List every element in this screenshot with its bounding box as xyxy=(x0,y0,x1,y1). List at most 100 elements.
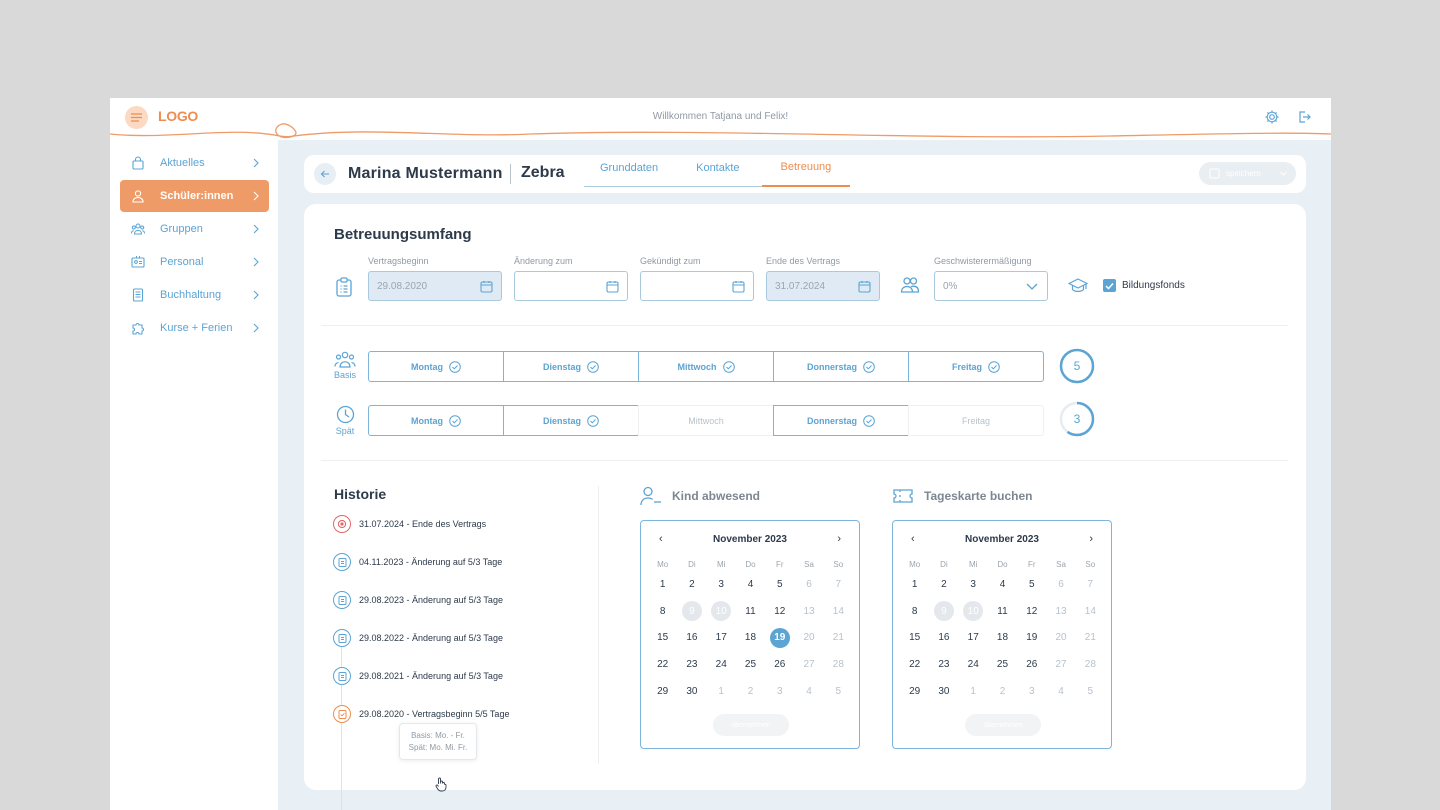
spaet-day-dienstag[interactable]: Dienstag xyxy=(503,405,639,436)
calendar-day[interactable]: 23 xyxy=(929,655,958,675)
calendar-day[interactable]: 4 xyxy=(736,574,765,594)
history-item[interactable]: 29.08.2023 - Änderung auf 5/3 Tage xyxy=(333,591,503,609)
apply-button[interactable]: übernehmen xyxy=(713,714,789,736)
calendar-day[interactable]: 17 xyxy=(959,628,988,648)
sidebar-item-buchhaltung[interactable]: Buchhaltung xyxy=(120,279,269,311)
calendar-day[interactable]: 28 xyxy=(824,655,853,675)
calendar-day[interactable]: 3 xyxy=(765,682,794,702)
calendar-day[interactable]: 8 xyxy=(648,601,677,621)
calendar-day[interactable]: 22 xyxy=(648,655,677,675)
calendar-day[interactable]: 1 xyxy=(900,574,929,594)
ende-field[interactable]: 31.07.2024 xyxy=(766,271,880,301)
calendar-day[interactable]: 12 xyxy=(1017,601,1046,621)
calendar-day[interactable]: 13 xyxy=(1046,601,1075,621)
calendar-icon[interactable] xyxy=(480,280,493,293)
calendar-day[interactable]: 5 xyxy=(1017,574,1046,594)
sidebar-item-kurse-ferien[interactable]: Kurse + Ferien xyxy=(120,312,269,344)
calendar-day[interactable]: 3 xyxy=(959,574,988,594)
save-button[interactable]: speichern xyxy=(1199,162,1296,185)
calendar-day[interactable]: 4 xyxy=(794,682,823,702)
calendar-day[interactable]: 18 xyxy=(736,628,765,648)
bildungsfonds-checkbox[interactable] xyxy=(1103,279,1116,292)
calendar-icon[interactable] xyxy=(606,280,619,293)
calendar-day[interactable]: 9 xyxy=(929,601,958,622)
calendar-day[interactable]: 26 xyxy=(1017,655,1046,675)
sidebar-item-personal[interactable]: Personal xyxy=(120,246,269,278)
chevron-right-icon[interactable]: › xyxy=(837,533,841,545)
calendar-day[interactable]: 1 xyxy=(959,682,988,702)
calendar-day[interactable]: 23 xyxy=(677,655,706,675)
gear-icon[interactable] xyxy=(1264,109,1280,125)
calendar-day[interactable]: 15 xyxy=(900,628,929,648)
sidebar-item-gruppen[interactable]: Gruppen xyxy=(120,213,269,245)
calendar-day[interactable]: 10 xyxy=(707,601,736,622)
history-item[interactable]: 04.11.2023 - Änderung auf 5/3 Tage xyxy=(333,553,502,571)
spaet-day-montag[interactable]: Montag xyxy=(368,405,504,436)
logout-icon[interactable] xyxy=(1296,109,1312,125)
calendar-day[interactable]: 10 xyxy=(959,601,988,622)
calendar-day[interactable]: 2 xyxy=(929,574,958,594)
history-item[interactable]: 29.08.2021 - Änderung auf 5/3 Tage xyxy=(333,667,503,685)
basis-day-mittwoch[interactable]: Mittwoch xyxy=(638,351,774,382)
apply-button[interactable]: übernehmen xyxy=(965,714,1041,736)
calendar-day[interactable]: 7 xyxy=(1076,574,1105,594)
tab-kontakte[interactable]: Kontakte xyxy=(674,149,761,187)
calendar-day[interactable]: 6 xyxy=(794,574,823,594)
calendar-day[interactable]: 27 xyxy=(1046,655,1075,675)
calendar-icon[interactable] xyxy=(732,280,745,293)
basis-day-donnerstag[interactable]: Donnerstag xyxy=(773,351,909,382)
calendar-day[interactable]: 2 xyxy=(736,682,765,702)
history-item[interactable]: 29.08.2020 - Vertragsbeginn 5/5 Tage xyxy=(333,705,509,723)
calendar-day[interactable]: 16 xyxy=(929,628,958,648)
calendar-day[interactable]: 4 xyxy=(1046,682,1075,702)
calendar-day[interactable]: 1 xyxy=(648,574,677,594)
calendar-day[interactable]: 25 xyxy=(736,655,765,675)
spaet-day-mittwoch[interactable]: Mittwoch xyxy=(638,405,774,436)
calendar-day[interactable]: 20 xyxy=(1046,628,1075,648)
calendar-day[interactable]: 4 xyxy=(988,574,1017,594)
calendar-day[interactable]: 19 xyxy=(1017,628,1046,648)
calendar-day[interactable]: 8 xyxy=(900,601,929,621)
history-item[interactable]: 29.08.2022 - Änderung auf 5/3 Tage xyxy=(333,629,503,647)
history-item[interactable]: 31.07.2024 - Ende des Vertrags xyxy=(333,515,486,533)
calendar-day[interactable]: 21 xyxy=(824,628,853,648)
basis-day-freitag[interactable]: Freitag xyxy=(908,351,1044,382)
calendar-day[interactable]: 24 xyxy=(707,655,736,675)
calendar-day[interactable]: 13 xyxy=(794,601,823,621)
calendar-day[interactable]: 14 xyxy=(1076,601,1105,621)
vertragsbeginn-field[interactable]: 29.08.2020 xyxy=(368,271,502,301)
calendar-day[interactable]: 3 xyxy=(1017,682,1046,702)
calendar-day[interactable]: 26 xyxy=(765,655,794,675)
calendar-day[interactable]: 9 xyxy=(677,601,706,622)
calendar-day[interactable]: 5 xyxy=(1076,682,1105,702)
calendar-day[interactable]: 5 xyxy=(824,682,853,702)
calendar-day[interactable]: 29 xyxy=(648,682,677,702)
calendar-day[interactable]: 17 xyxy=(707,628,736,648)
calendar-day[interactable]: 15 xyxy=(648,628,677,648)
calendar-day[interactable]: 1 xyxy=(707,682,736,702)
tab-betreuung[interactable]: Betreuung xyxy=(761,149,851,187)
basis-day-montag[interactable]: Montag xyxy=(368,351,504,382)
back-button[interactable] xyxy=(314,163,336,185)
calendar-day[interactable]: 2 xyxy=(677,574,706,594)
calendar-day[interactable]: 16 xyxy=(677,628,706,648)
aenderung-field[interactable] xyxy=(514,271,628,301)
calendar-day[interactable]: 11 xyxy=(988,601,1017,621)
calendar-day[interactable]: 20 xyxy=(794,628,823,648)
calendar-day[interactable]: 12 xyxy=(765,601,794,621)
geschwister-select[interactable]: 0% xyxy=(934,271,1048,301)
calendar-day[interactable]: 29 xyxy=(900,682,929,702)
calendar-icon[interactable] xyxy=(858,280,871,293)
calendar-day[interactable]: 30 xyxy=(677,682,706,702)
calendar-day[interactable]: 11 xyxy=(736,601,765,621)
spaet-day-freitag[interactable]: Freitag xyxy=(908,405,1044,436)
sidebar-item-aktuelles[interactable]: Aktuelles xyxy=(120,147,269,179)
calendar-day[interactable]: 22 xyxy=(900,655,929,675)
calendar-day[interactable]: 6 xyxy=(1046,574,1075,594)
chevron-right-icon[interactable]: › xyxy=(1089,533,1093,545)
calendar-day[interactable]: 28 xyxy=(1076,655,1105,675)
sidebar-item-schueler[interactable]: Schüler:innen xyxy=(120,180,269,212)
calendar-day[interactable]: 27 xyxy=(794,655,823,675)
calendar-day[interactable]: 2 xyxy=(988,682,1017,702)
calendar-day[interactable]: 21 xyxy=(1076,628,1105,648)
